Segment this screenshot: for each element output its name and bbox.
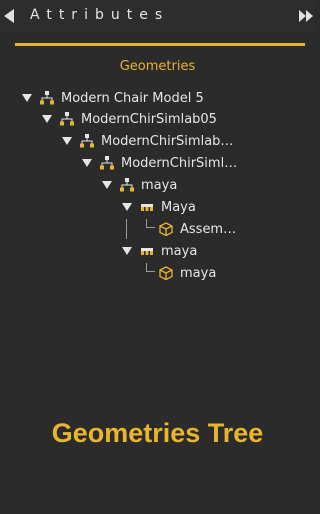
tree-node-1[interactable]: ModernChirSimlab05 <box>42 109 217 129</box>
tree-node-7[interactable]: maya <box>122 241 197 261</box>
tree-node-label: Assem… <box>180 221 237 237</box>
caption-title: Geometries Tree <box>51 418 264 448</box>
expand-caret-icon[interactable] <box>122 247 132 255</box>
tree-node-4[interactable]: maya <box>102 175 177 195</box>
tree-node-label: maya <box>161 243 198 259</box>
tree-connector <box>146 219 155 228</box>
tree-node-8[interactable]: maya <box>159 263 216 283</box>
double-chevron-right-icon[interactable] <box>298 8 314 24</box>
cube-icon <box>159 222 173 236</box>
tree-node-0[interactable]: Modern Chair Model 5 <box>22 88 204 108</box>
panel-header: Attributes <box>0 0 315 32</box>
hierarchy-icon <box>120 178 134 192</box>
expand-caret-icon[interactable] <box>102 181 112 189</box>
tree-node-label: maya <box>180 265 217 281</box>
group-icon <box>140 244 154 258</box>
expand-caret-icon[interactable] <box>62 137 72 145</box>
tree-node-label: Maya <box>161 199 196 215</box>
tree-node-label: ModernChirSimlab… <box>101 133 234 149</box>
cube-icon <box>159 266 173 280</box>
tree-connector <box>146 263 155 272</box>
tree-node-label: ModernChirSiml… <box>121 155 238 171</box>
hierarchy-icon <box>100 156 114 170</box>
expand-caret-icon[interactable] <box>82 159 92 167</box>
tree-connector <box>126 219 127 239</box>
tree-node-2[interactable]: ModernChirSimlab… <box>62 131 233 151</box>
tree-node-6[interactable]: Assem… <box>159 219 236 239</box>
collapse-left-icon[interactable] <box>4 9 14 23</box>
section-title: Geometries <box>119 59 196 74</box>
hierarchy-icon <box>40 91 54 105</box>
hierarchy-icon <box>80 134 94 148</box>
tree-node-label: Modern Chair Model 5 <box>61 90 204 106</box>
tree-node-label: ModernChirSimlab05 <box>81 111 217 127</box>
tree-node-3[interactable]: ModernChirSiml… <box>82 153 237 173</box>
tree-node-5[interactable]: Maya <box>122 197 196 217</box>
hierarchy-icon <box>60 112 74 126</box>
tree-node-label: maya <box>141 177 178 193</box>
expand-caret-icon[interactable] <box>22 94 32 102</box>
expand-caret-icon[interactable] <box>42 115 52 123</box>
section-divider <box>15 43 305 46</box>
group-icon <box>140 200 154 214</box>
expand-caret-icon[interactable] <box>122 203 132 211</box>
panel-title: Attributes <box>30 7 170 23</box>
